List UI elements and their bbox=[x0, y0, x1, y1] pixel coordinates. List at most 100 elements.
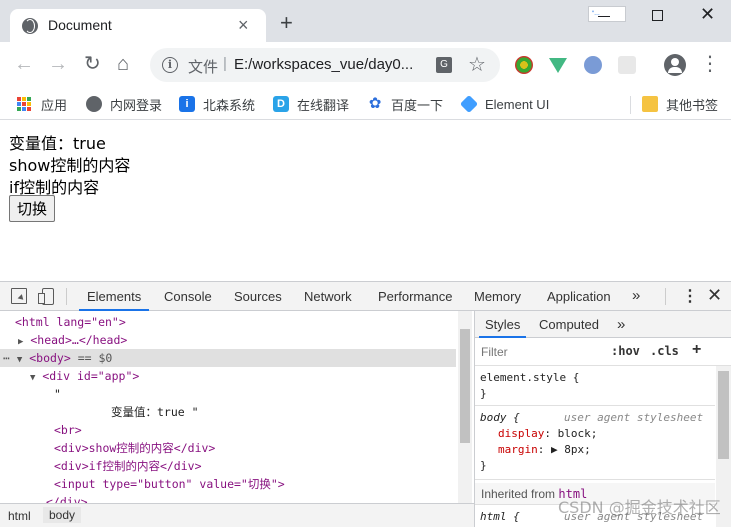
more-tabs-icon[interactable]: » bbox=[617, 311, 625, 338]
browser-tab[interactable]: Document × bbox=[10, 9, 266, 42]
folder-icon bbox=[642, 96, 658, 112]
dom-text-node[interactable]: 变量值：true " bbox=[111, 403, 199, 421]
tab-sources[interactable]: Sources bbox=[234, 282, 282, 311]
hover-state-button[interactable]: :hov bbox=[611, 344, 640, 358]
bookmark-label: 在线翻译 bbox=[297, 97, 350, 113]
dom-node-br[interactable]: <br> bbox=[54, 421, 82, 439]
bookmark-label: 北森系统 bbox=[203, 97, 256, 113]
dom-node-html[interactable]: <html lang="en"> bbox=[15, 313, 126, 331]
breadcrumb-body[interactable]: body bbox=[43, 507, 82, 523]
watermark: CSDN @掘金技术社区 bbox=[558, 498, 721, 517]
styles-scroll-thumb[interactable] bbox=[718, 371, 729, 459]
show-content-text: show控制的内容 bbox=[9, 156, 131, 175]
dom-node-div-close[interactable]: </div> bbox=[46, 493, 88, 503]
device-toolbar-icon[interactable] bbox=[38, 288, 54, 305]
devtools-tabbar: Elements Console Sources Network Perform… bbox=[0, 282, 731, 311]
toggle-button[interactable]: 切换 bbox=[9, 195, 56, 222]
paw-icon: ✿ bbox=[368, 95, 382, 112]
tab-application[interactable]: Application bbox=[547, 282, 611, 311]
new-rule-button[interactable]: + bbox=[692, 341, 701, 359]
tab-memory[interactable]: Memory bbox=[474, 282, 521, 311]
star-icon[interactable]: ☆ bbox=[468, 53, 486, 77]
divider bbox=[66, 288, 67, 305]
home-icon[interactable]: ⌂ bbox=[117, 54, 129, 74]
window-close-icon[interactable]: ✕ bbox=[700, 4, 715, 25]
tab-performance[interactable]: Performance bbox=[378, 282, 452, 311]
menu-icon[interactable]: ⋮ bbox=[700, 54, 720, 74]
forward-icon[interactable]: → bbox=[48, 54, 68, 74]
tab-title: Document bbox=[48, 17, 112, 33]
info-icon[interactable]: i bbox=[162, 57, 178, 73]
more-tabs-icon[interactable]: » bbox=[632, 287, 640, 304]
tab-close-icon[interactable]: × bbox=[238, 15, 249, 35]
styles-filter-input[interactable] bbox=[481, 343, 599, 361]
bookmark-translate[interactable]: D 在线翻译 bbox=[273, 94, 349, 114]
dom-node-body[interactable]: ⋯ ▼ <body> == $0 bbox=[3, 349, 112, 367]
bookmark-beisen[interactable]: i 北森系统 bbox=[179, 94, 255, 114]
maximize-icon[interactable] bbox=[652, 10, 663, 21]
divider bbox=[665, 288, 666, 305]
address-bar[interactable]: i 文件 | E:/workspaces_vue/day0... G ☆ bbox=[150, 48, 500, 82]
devtools-close-icon[interactable]: ✕ bbox=[707, 285, 722, 306]
collapse-arrow-icon[interactable]: ▼ bbox=[17, 355, 22, 365]
browser-toolbar: ← → ↻ ⌂ i 文件 | E:/workspaces_vue/day0...… bbox=[0, 42, 731, 88]
devtools-panel: Elements Console Sources Network Perform… bbox=[0, 281, 731, 527]
extension-icon[interactable] bbox=[584, 56, 602, 74]
url-text[interactable]: E:/workspaces_vue/day0... bbox=[234, 56, 413, 73]
tab-elements[interactable]: Elements bbox=[79, 282, 150, 311]
class-toggle-button[interactable]: .cls bbox=[650, 344, 679, 358]
extension-icon[interactable] bbox=[515, 56, 533, 74]
element-style-rule[interactable]: element.style { } bbox=[480, 370, 579, 402]
variable-value-text: 变量值：true bbox=[9, 134, 106, 153]
breadcrumb-html[interactable]: html bbox=[8, 509, 31, 523]
bookmark-label: 百度一下 bbox=[391, 97, 444, 113]
collapse-arrow-icon[interactable]: ▼ bbox=[30, 373, 35, 383]
scheme-divider: | bbox=[223, 55, 227, 72]
styles-filter-row: :hov .cls + bbox=[475, 338, 731, 366]
info-icon: i bbox=[179, 96, 195, 112]
dom-node-head[interactable]: ▶ <head>…</head> bbox=[18, 331, 127, 349]
translate-icon[interactable]: G bbox=[436, 57, 452, 73]
extension-icon[interactable] bbox=[618, 56, 636, 74]
globe-icon bbox=[22, 18, 38, 34]
back-icon[interactable]: ← bbox=[14, 54, 34, 74]
translate-icon: D bbox=[273, 96, 289, 112]
dom-node-div-if[interactable]: <div>if控制的内容</div> bbox=[54, 457, 202, 475]
elements-scroll-thumb[interactable] bbox=[460, 329, 470, 443]
bookmark-other[interactable]: 其他书签 bbox=[642, 94, 718, 114]
bookmark-element-ui[interactable]: Element UI bbox=[459, 94, 550, 114]
bookmarks-bar: 应用 内网登录 i 北森系统 D 在线翻译 ✿ 百度一下 Element UI … bbox=[0, 88, 731, 120]
bookmark-baidu[interactable]: ✿ 百度一下 bbox=[367, 94, 443, 114]
reload-icon[interactable]: ↻ bbox=[84, 54, 101, 74]
floating-chip: “… bbox=[588, 6, 626, 22]
bookmarks-divider bbox=[630, 96, 631, 114]
dom-text-quote[interactable]: " bbox=[54, 385, 61, 403]
devtools-menu-icon[interactable]: ⋮ bbox=[682, 286, 698, 306]
ua-stylesheet-label: user agent stylesheet bbox=[564, 411, 704, 424]
body-style-rule[interactable]: body { user agent stylesheet display: bl… bbox=[480, 410, 716, 474]
scheme-label: 文件 bbox=[188, 59, 219, 76]
tab-console[interactable]: Console bbox=[164, 282, 212, 311]
globe-icon bbox=[86, 96, 102, 112]
new-tab-button[interactable]: + bbox=[280, 12, 293, 34]
styles-tabbar: Styles Computed » bbox=[475, 311, 731, 338]
tab-styles[interactable]: Styles bbox=[479, 311, 527, 338]
tab-network[interactable]: Network bbox=[304, 282, 352, 311]
page-content: 变量值：true show控制的内容 if控制的内容 切换 bbox=[0, 121, 731, 281]
bookmark-apps[interactable]: 应用 bbox=[17, 94, 67, 114]
tab-computed[interactable]: Computed bbox=[539, 311, 599, 338]
divider bbox=[475, 405, 715, 406]
vue-devtools-icon[interactable] bbox=[549, 58, 567, 73]
html-style-rule[interactable]: html { user agent stylesheet bbox=[480, 509, 703, 525]
expand-arrow-icon[interactable]: ▶ bbox=[18, 337, 23, 347]
bookmark-intranet[interactable]: 内网登录 bbox=[86, 94, 162, 114]
dom-node-input[interactable]: <input type="button" value="切换"> bbox=[54, 475, 285, 493]
bookmark-label: Element UI bbox=[485, 96, 550, 112]
minimize-icon[interactable] bbox=[598, 16, 610, 17]
elements-tree: <html lang="en"> ▶ <head>…</head> ⋯ ▼ <b… bbox=[0, 311, 474, 503]
profile-icon[interactable] bbox=[664, 54, 686, 76]
ellipsis-icon: ⋯ bbox=[3, 351, 10, 365]
dom-node-div-app[interactable]: ▼ <div id="app"> bbox=[30, 367, 139, 385]
inspect-icon[interactable] bbox=[11, 288, 27, 304]
dom-node-div-show[interactable]: <div>show控制的内容</div> bbox=[54, 439, 215, 457]
